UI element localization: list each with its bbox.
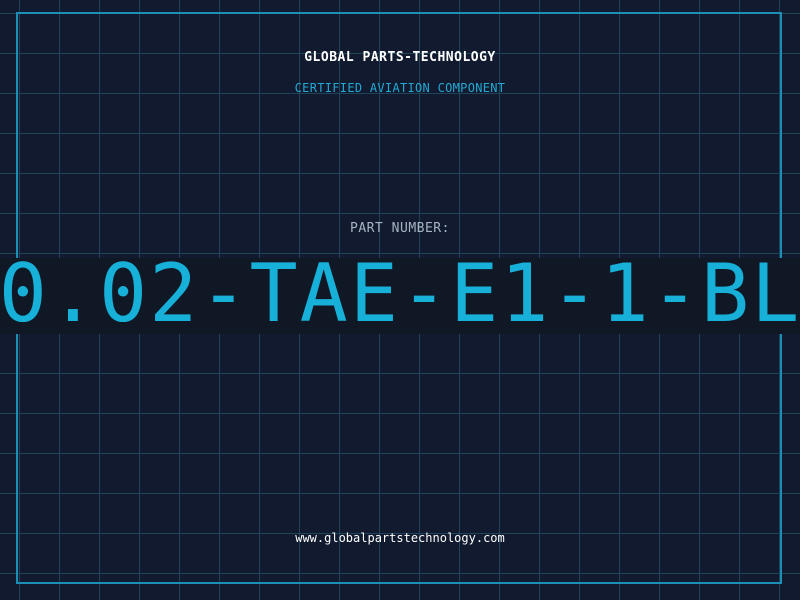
- part-number-value: A320.02-TAE-E1-1-BLACK: [0, 258, 800, 334]
- website-url: www.globalpartstechnology.com: [295, 531, 505, 545]
- part-number-label: PART NUMBER:: [350, 221, 450, 236]
- certification-tagline: CERTIFIED AVIATION COMPONENT: [294, 81, 506, 95]
- part-number-band: A320.02-TAE-E1-1-BLACK: [0, 258, 800, 334]
- brand-name: GLOBAL PARTS-TECHNOLOGY: [304, 50, 496, 65]
- part-label-card: GLOBAL PARTS-TECHNOLOGY CERTIFIED AVIATI…: [0, 0, 800, 600]
